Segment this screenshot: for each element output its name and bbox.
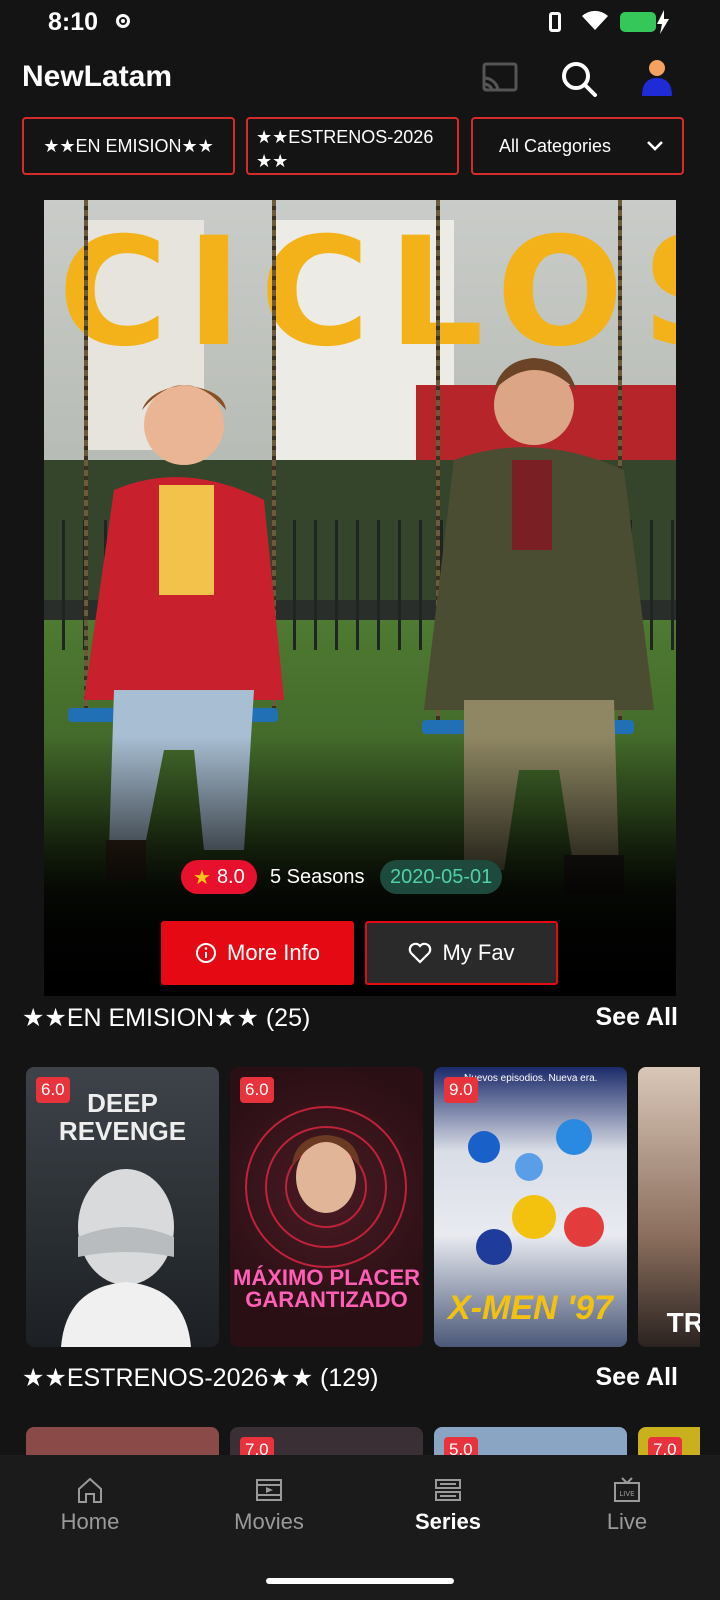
row-title: ★★EN EMISION★★ (25) — [22, 1004, 311, 1032]
rating-badge: 6.0 — [36, 1077, 70, 1103]
category-dropdown[interactable]: All Categories — [471, 117, 684, 175]
home-indicator[interactable] — [266, 1578, 454, 1584]
app-title: NewLatam — [22, 60, 173, 93]
status-time: 8:10 — [48, 8, 99, 36]
vibrate-icon — [549, 12, 561, 32]
cast-icon[interactable] — [480, 60, 520, 96]
nav-movies[interactable]: Movies — [194, 1475, 344, 1535]
see-all-button[interactable]: See All — [596, 1003, 678, 1032]
nav-home[interactable]: Home — [15, 1475, 165, 1535]
series-card[interactable]: Nuevos episodios. Nueva era. X-MEN '97 9… — [434, 1067, 627, 1347]
nav-label: Series — [414, 1509, 482, 1534]
status-bar: 8:10 — [0, 0, 720, 46]
nav-label: Live — [606, 1509, 648, 1534]
rating-badge: 6.0 — [240, 1077, 274, 1103]
nav-series[interactable]: Series — [373, 1475, 523, 1535]
seasons-count: 5 Seasons — [270, 866, 365, 888]
my-fav-button[interactable]: My Fav — [365, 921, 558, 985]
row-title: ★★ESTRENOS-2026★★ (129) — [22, 1364, 379, 1392]
series-icon — [435, 1479, 461, 1501]
nav-label: Movies — [234, 1509, 304, 1534]
dropdown-value: All Categories — [499, 135, 612, 156]
series-card[interactable]: TR — [638, 1067, 700, 1347]
film-icon — [256, 1479, 282, 1501]
see-all-button[interactable]: See All — [596, 1363, 678, 1392]
heart-icon — [409, 942, 432, 964]
charging-icon — [657, 10, 669, 34]
series-card[interactable]: DEEP REVENGE 6.0 — [26, 1067, 219, 1347]
poster-tagline: Nuevos episodios. Nueva era. — [464, 1073, 598, 1084]
star-icon: ★ — [193, 866, 211, 889]
poster-title: TR — [666, 1307, 700, 1338]
filter-chip-estrenos[interactable]: ★★ESTRENOS-2026★★ — [246, 117, 459, 175]
more-info-label: More Info — [227, 940, 320, 965]
search-icon[interactable] — [560, 60, 598, 98]
poster-title: X-MEN '97 — [448, 1289, 613, 1327]
chip-label: ★★ESTRENOS-2026★★ — [256, 127, 434, 171]
more-info-button[interactable]: More Info — [161, 921, 354, 985]
poster-title: MÁXIMO PLACER GARANTIZADO — [233, 1265, 420, 1312]
series-card[interactable]: MÁXIMO PLACER GARANTIZADO 6.0 — [230, 1067, 423, 1347]
row-en-emision-header: ★★EN EMISION★★ (25) See All — [22, 1003, 700, 1043]
home-icon — [78, 1477, 102, 1503]
info-icon — [196, 943, 217, 963]
chip-label: ★★EN EMISION★★ — [43, 135, 214, 156]
row-estrenos-header: ★★ESTRENOS-2026★★ (129) See All — [22, 1363, 700, 1403]
app-header: NewLatam — [0, 52, 720, 112]
rating-badge: 9.0 — [444, 1077, 478, 1103]
wifi-icon — [582, 10, 608, 30]
svg-text:LIVE: LIVE — [619, 1490, 634, 1498]
poster-title: CICLOS — [58, 206, 676, 380]
nav-label: Home — [60, 1509, 120, 1534]
battery-icon — [620, 12, 656, 32]
tv-icon: LIVE — [614, 1477, 640, 1502]
filter-chip-en-emision[interactable]: ★★EN EMISION★★ — [22, 117, 235, 175]
rating-badge: ★ 8.0 — [181, 860, 257, 894]
record-icon — [116, 14, 130, 28]
rating-value: 8.0 — [216, 865, 245, 888]
hero-meta: ★ 8.0 5 Seasons 2020-05-01 — [0, 860, 720, 896]
chevron-down-icon — [647, 141, 663, 151]
nav-live[interactable]: LIVE Live — [552, 1475, 702, 1535]
profile-avatar-icon[interactable] — [640, 58, 674, 96]
release-date: 2020-05-01 — [380, 860, 503, 894]
my-fav-label: My Fav — [442, 940, 515, 965]
